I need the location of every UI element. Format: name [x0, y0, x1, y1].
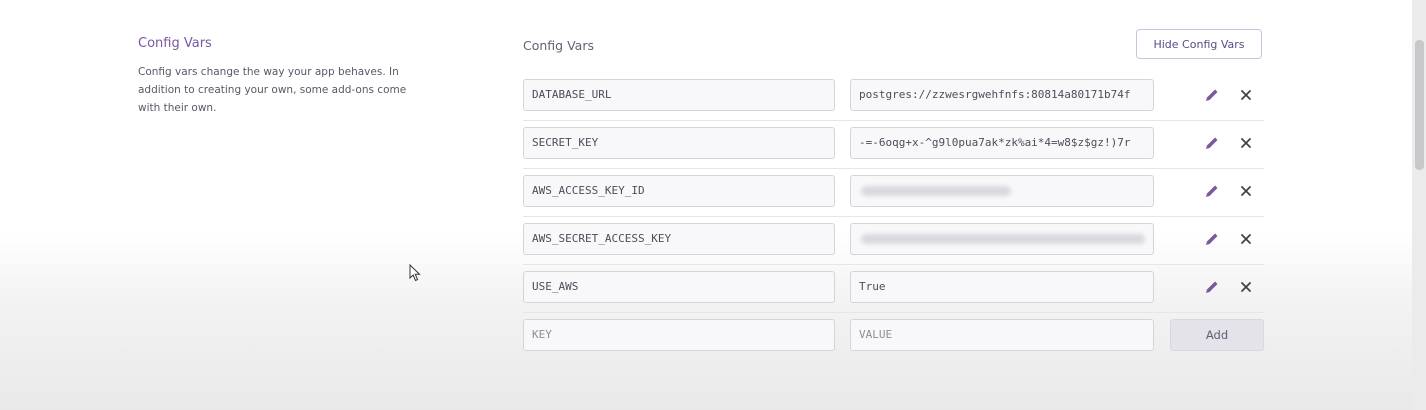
- config-var-row: DATABASE_URL postgres://zzwesrgwehfnfs:8…: [523, 72, 1264, 121]
- close-icon[interactable]: [1236, 133, 1256, 153]
- config-var-row: SECRET_KEY -=-6oqg+x-^g9l0pua7ak*zk%ai*4…: [523, 120, 1264, 169]
- new-value-input[interactable]: VALUE: [850, 319, 1154, 351]
- config-var-key-field[interactable]: AWS_ACCESS_KEY_ID: [523, 175, 835, 207]
- config-var-key-field[interactable]: USE_AWS: [523, 271, 835, 303]
- pencil-icon[interactable]: [1202, 277, 1222, 297]
- close-icon[interactable]: [1236, 181, 1256, 201]
- config-var-row: AWS_ACCESS_KEY_ID: [523, 168, 1264, 217]
- config-vars-section-info: Config Vars Config vars change the way y…: [138, 36, 408, 117]
- scrollbar[interactable]: [1412, 0, 1426, 410]
- pencil-icon[interactable]: [1202, 85, 1222, 105]
- redacted-value: [861, 234, 1145, 244]
- config-var-value-field[interactable]: True: [850, 271, 1154, 303]
- add-config-var-button[interactable]: Add: [1170, 319, 1264, 351]
- config-var-row: USE_AWS True: [523, 264, 1264, 313]
- config-vars-heading: Config Vars: [523, 38, 594, 53]
- close-icon[interactable]: [1236, 277, 1256, 297]
- config-var-value-field[interactable]: [850, 223, 1154, 255]
- section-title: Config Vars: [138, 36, 212, 51]
- config-var-key-field[interactable]: SECRET_KEY: [523, 127, 835, 159]
- config-var-value-field[interactable]: [850, 175, 1154, 207]
- section-description: Config vars change the way your app beha…: [138, 66, 407, 114]
- mouse-cursor-icon: [409, 263, 421, 286]
- redacted-value: [861, 186, 1011, 196]
- config-var-value-field[interactable]: postgres://zzwesrgwehfnfs:80814a80171b74…: [850, 79, 1154, 111]
- new-config-var-row: KEY VALUE Add: [523, 312, 1264, 360]
- config-var-value-field[interactable]: -=-6oqg+x-^g9l0pua7ak*zk%ai*4=w8$z$gz!)7…: [850, 127, 1154, 159]
- pencil-icon[interactable]: [1202, 229, 1222, 249]
- close-icon[interactable]: [1236, 85, 1256, 105]
- new-key-input[interactable]: KEY: [523, 319, 835, 351]
- config-var-key-field[interactable]: DATABASE_URL: [523, 79, 835, 111]
- pencil-icon[interactable]: [1202, 133, 1222, 153]
- close-icon[interactable]: [1236, 229, 1256, 249]
- pencil-icon[interactable]: [1202, 181, 1222, 201]
- config-var-key-field[interactable]: AWS_SECRET_ACCESS_KEY: [523, 223, 835, 255]
- hide-config-vars-button[interactable]: Hide Config Vars: [1136, 29, 1262, 59]
- scrollbar-thumb[interactable]: [1415, 40, 1424, 170]
- config-var-row: AWS_SECRET_ACCESS_KEY: [523, 216, 1264, 265]
